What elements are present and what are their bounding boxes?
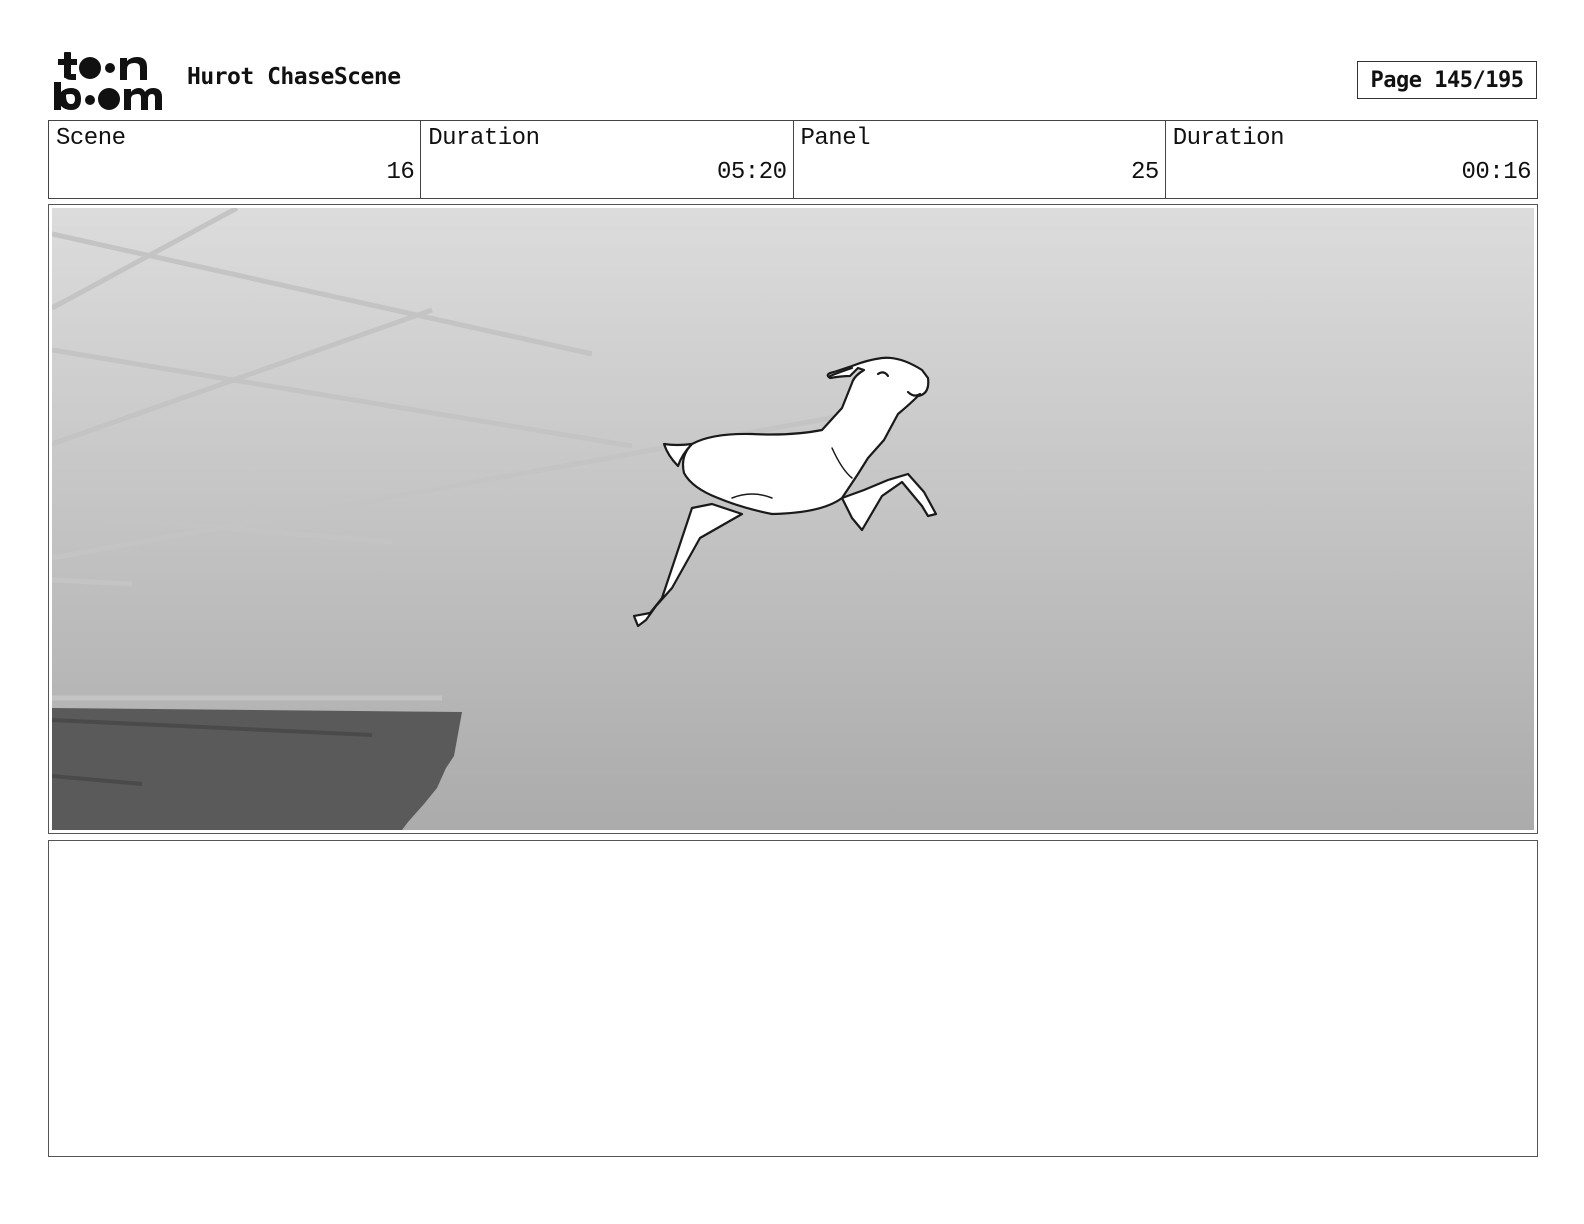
scene-duration-cell: Duration 05:20 (421, 121, 794, 198)
panel-cell: Panel 25 (794, 121, 1166, 198)
scene-value: 16 (386, 159, 415, 186)
scene-duration-value: 05:20 (716, 159, 787, 186)
toon-boom-logo (52, 50, 164, 112)
panel-label: Panel (800, 125, 871, 152)
cliff (52, 708, 462, 830)
page-number: Page 145/195 (1357, 61, 1537, 99)
panel-notes-box (48, 840, 1538, 1157)
document-title: Hurot ChaseScene (187, 64, 401, 90)
panel-info-row: Scene 16 Duration 05:20 Panel 25 Duratio… (48, 120, 1538, 199)
toon-boom-logo-mark (54, 52, 162, 110)
panel-value: 25 (1130, 159, 1159, 186)
panel-image (52, 208, 1534, 830)
storyboard-drawing (52, 208, 1534, 830)
scene-cell: Scene 16 (49, 121, 422, 198)
scene-label: Scene (56, 125, 126, 152)
panel-duration-value: 00:16 (1461, 159, 1531, 186)
panel-duration-cell: Duration 00:16 (1166, 121, 1537, 198)
panel-duration-label: Duration (1172, 125, 1285, 152)
scene-duration-label: Duration (428, 125, 540, 152)
